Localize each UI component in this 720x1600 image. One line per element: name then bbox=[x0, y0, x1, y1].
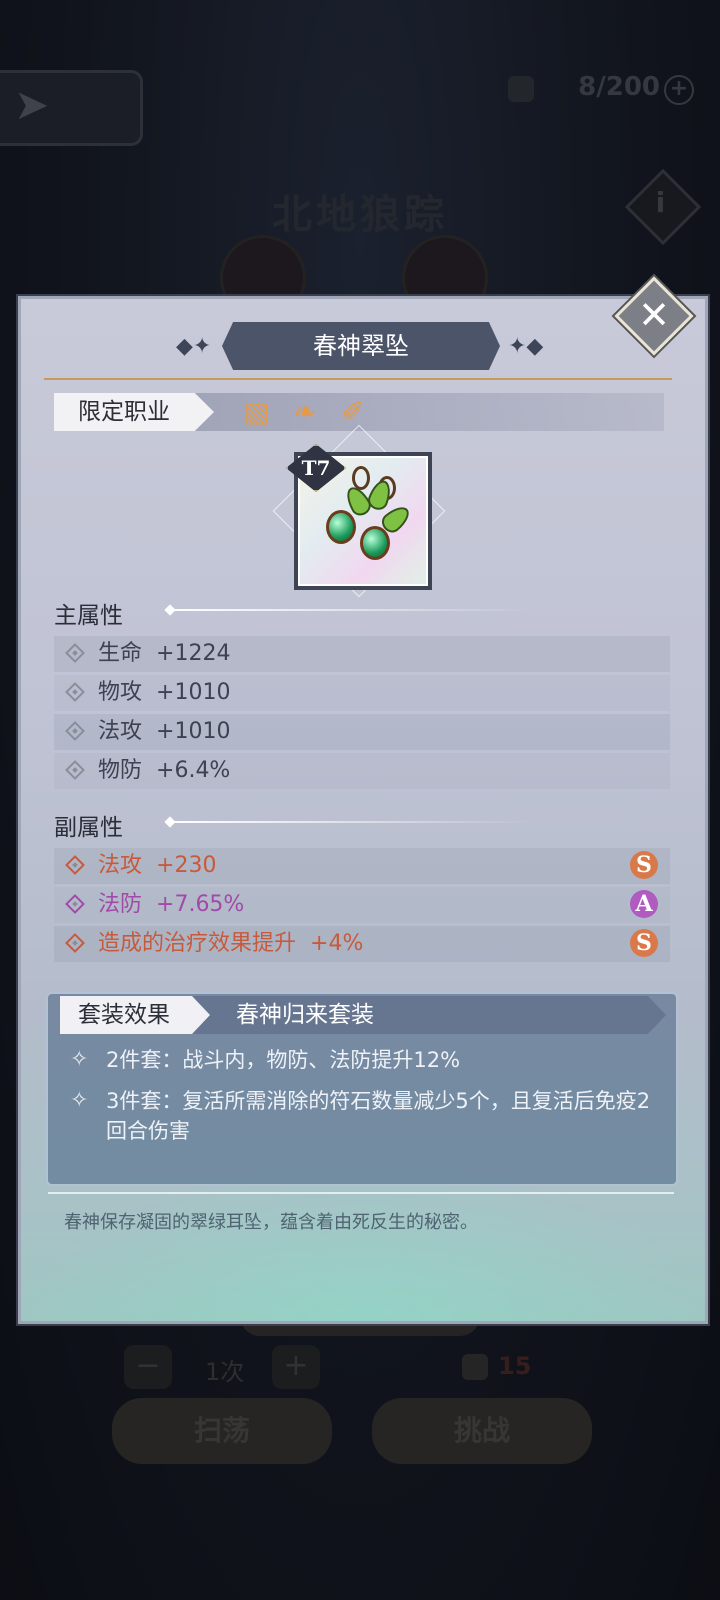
main-stat-row: 法攻 +1010 bbox=[54, 714, 670, 750]
earring-gem bbox=[326, 510, 356, 544]
main-stat-row: 生命 +1224 bbox=[54, 636, 670, 672]
item-name: 春神翠坠 bbox=[222, 322, 500, 370]
staff-icon: ✐ bbox=[341, 395, 365, 428]
class-restriction-label: 限定职业 bbox=[54, 393, 214, 431]
title-divider bbox=[44, 378, 672, 380]
sub-stats-header: 副属性 bbox=[54, 815, 123, 841]
flavor-divider bbox=[48, 1192, 674, 1194]
sub-stat-row: 法攻 +230 S bbox=[54, 848, 670, 884]
diamond-bullet-icon bbox=[65, 682, 85, 702]
title-right-ornament-icon: ✦◆ bbox=[508, 334, 544, 359]
main-stat-row: 物攻 +1010 bbox=[54, 675, 670, 711]
sparkle-icon: ✧ bbox=[70, 1088, 89, 1113]
set-effect-line: ✧ 2件套：战斗内，物防、法防提升12% bbox=[70, 1045, 656, 1075]
diamond-bullet-icon bbox=[65, 933, 85, 953]
sub-stat-row: 造成的治疗效果提升 +4% S bbox=[54, 926, 670, 962]
shield-icon: ▧ bbox=[243, 395, 271, 428]
close-icon: ✕ bbox=[638, 293, 670, 337]
main-stat-row: 物防 +6.4% bbox=[54, 753, 670, 789]
sparkle-icon: ✧ bbox=[70, 1047, 89, 1072]
grade-badge: A bbox=[630, 890, 658, 918]
diamond-bullet-icon bbox=[65, 760, 85, 780]
grade-badge: S bbox=[630, 851, 658, 879]
diamond-bullet-icon bbox=[65, 721, 85, 741]
sub-stat-row: 法防 +7.65% A bbox=[54, 887, 670, 923]
main-stats-divider bbox=[174, 609, 534, 611]
grade-badge: S bbox=[630, 929, 658, 957]
sub-stats-divider bbox=[174, 821, 534, 823]
set-effect-label: 套装效果 bbox=[60, 996, 210, 1034]
set-name: 春神归来套装 bbox=[236, 1002, 374, 1028]
diamond-bullet-icon bbox=[65, 855, 85, 875]
main-stats-header: 主属性 bbox=[54, 603, 123, 629]
earring-gem bbox=[360, 526, 390, 560]
title-left-ornament-icon: ◆✦ bbox=[176, 334, 212, 359]
bow-icon: ❧ bbox=[293, 395, 317, 428]
set-effect-line: ✧ 3件套：复活所需消除的符石数量减少5个，且复活后免疫2回合伤害 bbox=[70, 1088, 651, 1143]
diamond-bullet-icon bbox=[65, 643, 85, 663]
diamond-bullet-icon bbox=[65, 894, 85, 914]
flavor-text: 春神保存凝固的翠绿耳坠，蕴含着由死反生的秘密。 bbox=[64, 1212, 478, 1233]
